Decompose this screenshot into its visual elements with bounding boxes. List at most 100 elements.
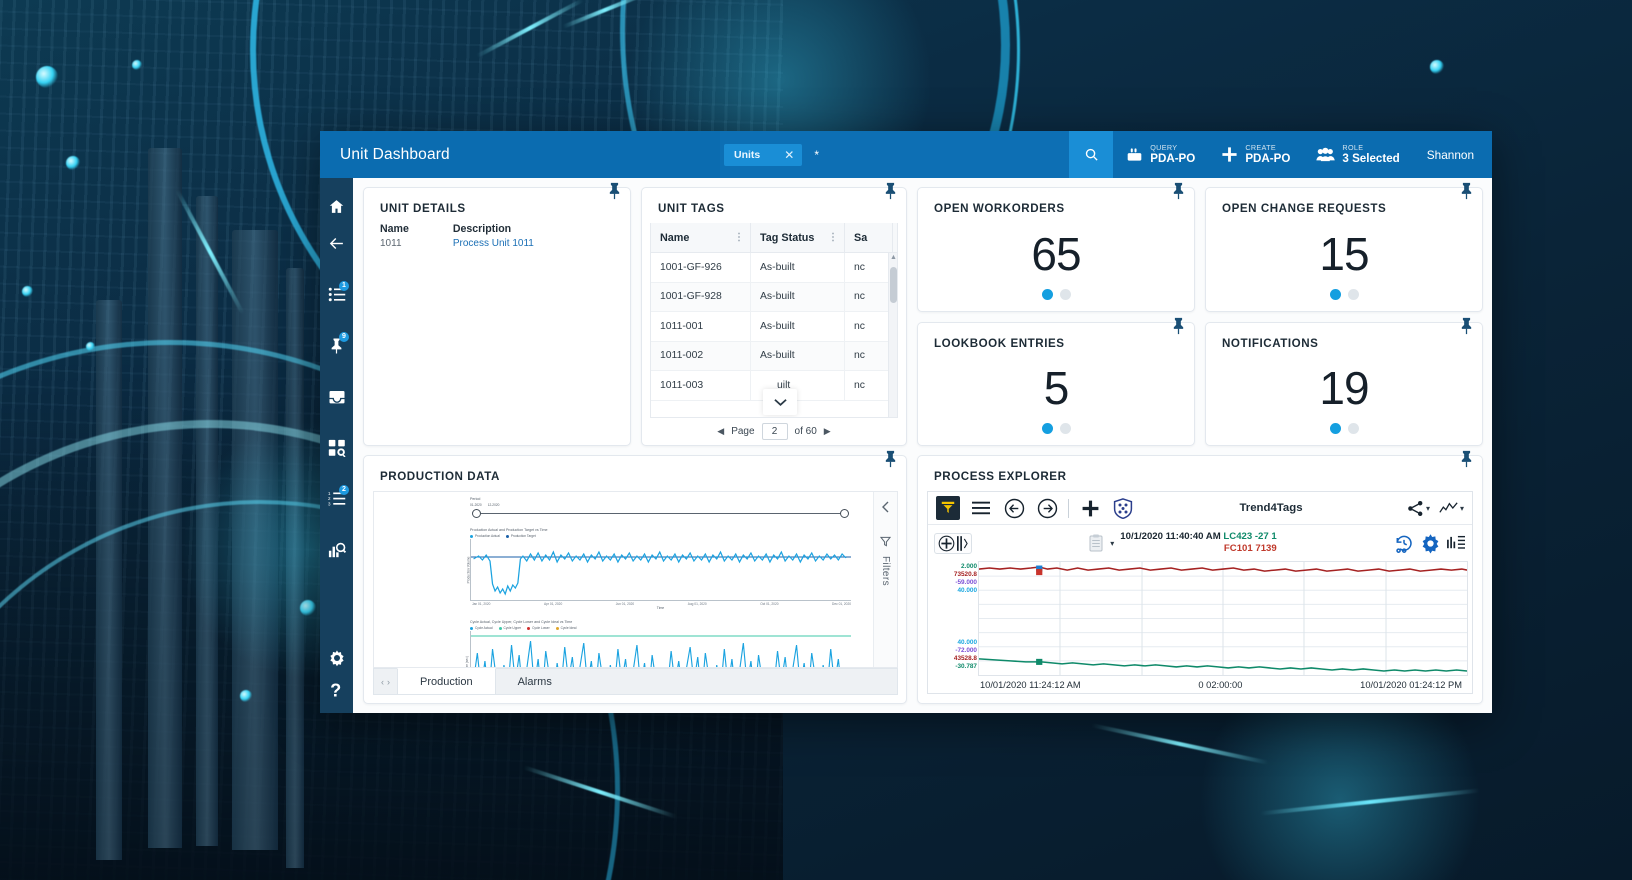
gear-icon[interactable] [1420, 533, 1441, 554]
sidebar-item-tasks[interactable]: 1 2 3 2 [320, 480, 353, 517]
kpi-page-dots[interactable] [918, 423, 1194, 445]
kebab-icon[interactable]: ⋮ [734, 233, 744, 243]
table-row[interactable]: 1011-002 As-built nc [651, 341, 897, 371]
tab-prev-button[interactable]: ‹ [381, 677, 384, 687]
sidebar-item-pinned[interactable]: 9 [320, 327, 353, 364]
kpi-page-dots[interactable] [1206, 288, 1482, 311]
tab-alarms[interactable]: Alarms [496, 669, 574, 694]
tab-production[interactable]: Production [397, 668, 496, 694]
kpi-lookbook-entries[interactable]: LOOKBOOK ENTRIES 5 [917, 317, 1195, 446]
kpi-page-dots[interactable] [918, 288, 1194, 311]
table-row[interactable]: 1001-GF-926 As-built nc [651, 253, 897, 283]
zoom-controls[interactable] [934, 532, 972, 554]
trend-filter-button[interactable] [936, 496, 960, 520]
filters-label[interactable]: Filters [880, 556, 891, 586]
user-menu[interactable]: Shannon [1413, 148, 1492, 162]
history-icon[interactable] [1394, 534, 1414, 553]
query-icon [1127, 148, 1142, 161]
share-button[interactable]: ▾ [1407, 496, 1430, 520]
sidebar-item-apps[interactable] [320, 429, 353, 466]
kpi-open-workorders[interactable]: OPEN WORKORDERS 65 [917, 182, 1195, 312]
kebab-icon[interactable]: ⋮ [828, 233, 838, 243]
kpi-page-dots[interactable] [1206, 423, 1482, 445]
prev-page-button[interactable]: ◀ [717, 426, 724, 437]
kpi-notifications[interactable]: NOTIFICATIONS 19 [1205, 317, 1483, 446]
plus-icon [1082, 500, 1098, 516]
sidebar-item-home[interactable] [320, 188, 353, 225]
menu-button[interactable] [969, 496, 993, 520]
column-header-name[interactable]: Name ⋮ [651, 223, 751, 252]
dot-active[interactable] [1329, 423, 1341, 434]
date-range-slider[interactable] [470, 508, 851, 519]
pin-icon[interactable] [1171, 182, 1185, 202]
sidebar-item-help[interactable]: ? [320, 676, 353, 713]
back-button[interactable] [1002, 496, 1026, 520]
chart-type-button[interactable]: ▾ [1439, 496, 1464, 520]
pin-icon[interactable] [1171, 317, 1185, 337]
add-trend-button[interactable] [1078, 496, 1102, 520]
scroll-up-icon[interactable]: ▲ [890, 254, 897, 261]
role-action[interactable]: ROLE 3 Selected [1303, 131, 1412, 178]
row-expander-button[interactable] [763, 389, 797, 415]
search-filter-chip[interactable]: Units ✕ [724, 143, 803, 166]
sidebar-item-back[interactable] [320, 225, 353, 262]
x-end-label: 10/01/2020 01:24:12 PM [1360, 679, 1462, 690]
shield-button[interactable] [1111, 496, 1135, 520]
pin-icon[interactable] [607, 182, 621, 202]
page-number-input[interactable]: 2 [761, 423, 788, 440]
bars-icon[interactable] [1447, 535, 1466, 552]
pan-icon [957, 535, 968, 551]
pin-icon[interactable] [1459, 450, 1473, 470]
circle-arrow-right-icon [1037, 498, 1057, 518]
query-action[interactable]: QUERY PDA-PO [1113, 131, 1208, 178]
pinned-badge: 9 [339, 332, 349, 342]
dot[interactable] [1059, 423, 1071, 434]
table-row[interactable]: 1011-001 As-built nc [651, 312, 897, 342]
sidebar-item-worklist[interactable]: 1 [320, 276, 353, 313]
pin-icon[interactable] [1459, 182, 1473, 202]
search-input[interactable] [802, 147, 1070, 162]
pin-icon[interactable] [1459, 317, 1473, 337]
next-page-button[interactable]: ▶ [824, 426, 831, 437]
table-scrollbar[interactable]: ▲ [888, 253, 897, 417]
chart1-legend: Production Actual Production Target [470, 534, 851, 538]
pin-icon[interactable] [883, 450, 897, 470]
dashboard-canvas: UNIT DETAILS Name 1011 Description Proce… [353, 178, 1492, 713]
forward-button[interactable] [1035, 496, 1059, 520]
search-button[interactable] [1069, 131, 1114, 178]
dot-active[interactable] [1329, 288, 1341, 300]
kpi-open-change-requests[interactable]: OPEN CHANGE REQUESTS 15 [1205, 182, 1483, 312]
create-action[interactable]: CREATE PDA-PO [1208, 131, 1303, 178]
scrollbar-thumb[interactable] [890, 267, 897, 303]
production-data-card: PRODUCTION DATA Period 01-2020 12-2020 P… [363, 450, 907, 704]
trend-grid[interactable] [978, 561, 1468, 676]
column-header-sa[interactable]: Sa [845, 223, 893, 252]
table-row[interactable]: 1001-GF-928 As-built nc [651, 282, 897, 312]
column-header-tag-status[interactable]: Tag Status ⋮ [751, 223, 845, 252]
slider-handle-right[interactable] [840, 509, 849, 518]
plus-icon [1222, 147, 1237, 162]
dot[interactable] [1347, 288, 1359, 300]
dot[interactable] [1347, 423, 1359, 434]
kpi-title: OPEN WORKORDERS [934, 202, 1065, 215]
clipboard-icon[interactable] [1089, 534, 1103, 552]
tab-scroll-controls[interactable]: ‹ › [374, 669, 397, 694]
sidebar-item-inbox[interactable] [320, 378, 353, 415]
y-label-bot-4: -30.787 [955, 663, 977, 670]
dot-active[interactable] [1041, 288, 1053, 300]
sidebar-item-settings[interactable] [320, 639, 353, 676]
field-description-value[interactable]: Process Unit 1011 [453, 238, 534, 249]
funnel-icon[interactable] [880, 536, 891, 547]
chart2-plot: Cycle Time (sec) [465, 631, 851, 667]
process-explorer-title: PROCESS EXPLORER [934, 470, 1067, 483]
chevron-down-icon[interactable]: ▾ [1110, 539, 1114, 548]
sidebar-item-analytics[interactable] [320, 531, 353, 568]
close-icon[interactable]: ✕ [770, 148, 794, 162]
dot[interactable] [1059, 288, 1071, 300]
kpi-title: OPEN CHANGE REQUESTS [1222, 202, 1387, 215]
tab-next-button[interactable]: › [387, 677, 390, 687]
collapse-panel-button[interactable] [881, 501, 890, 513]
dot-active[interactable] [1041, 423, 1053, 434]
slider-handle-left[interactable] [472, 509, 481, 518]
pin-icon[interactable] [883, 182, 897, 202]
